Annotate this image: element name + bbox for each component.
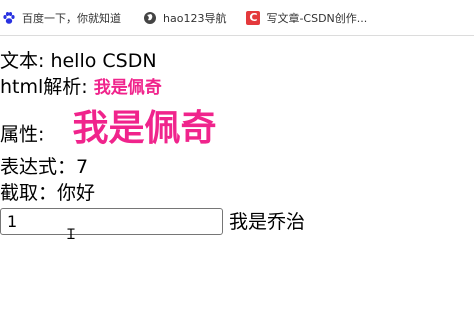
attr-value: 我是佩奇 — [72, 108, 217, 149]
bookmark-csdn[interactable]: C 写文章-CSDN创作... — [242, 0, 371, 35]
csdn-logo-icon: C — [246, 10, 261, 25]
html-line: html解析: 我是佩奇 — [0, 74, 162, 101]
attr-label: 属性: — [0, 123, 51, 146]
text-cursor-icon: Ｉ — [64, 227, 78, 243]
text-input[interactable] — [0, 208, 223, 235]
bookmark-hao123[interactable]: hao123导航 — [139, 0, 230, 35]
html-parsed-value: 我是佩奇 — [93, 78, 162, 98]
html-label: html解析: — [0, 76, 94, 98]
bookmark-csdn-label: 写文章-CSDN创作... — [266, 11, 368, 25]
text-line: 文本: hello CSDN — [0, 50, 157, 72]
globe-icon — [143, 11, 157, 25]
bookmark-hao123-label: hao123导航 — [163, 11, 227, 25]
attr-line: 属性: 我是佩奇 — [0, 106, 216, 152]
bookmarks-bar: 百度一下，你就知道 hao123导航 C 写文章-CSDN创作... — [0, 0, 474, 36]
baidu-paw-icon — [2, 11, 16, 25]
bookmark-baidu-label: 百度一下，你就知道 — [22, 11, 121, 25]
expression-line: 表达式：7 — [0, 156, 89, 178]
slice-line: 截取：你好 — [0, 182, 96, 204]
bookmark-baidu[interactable]: 百度一下，你就知道 — [0, 0, 125, 35]
input-echo-text: 我是乔治 — [229, 210, 306, 233]
input-row: 我是乔治 — [0, 208, 305, 235]
